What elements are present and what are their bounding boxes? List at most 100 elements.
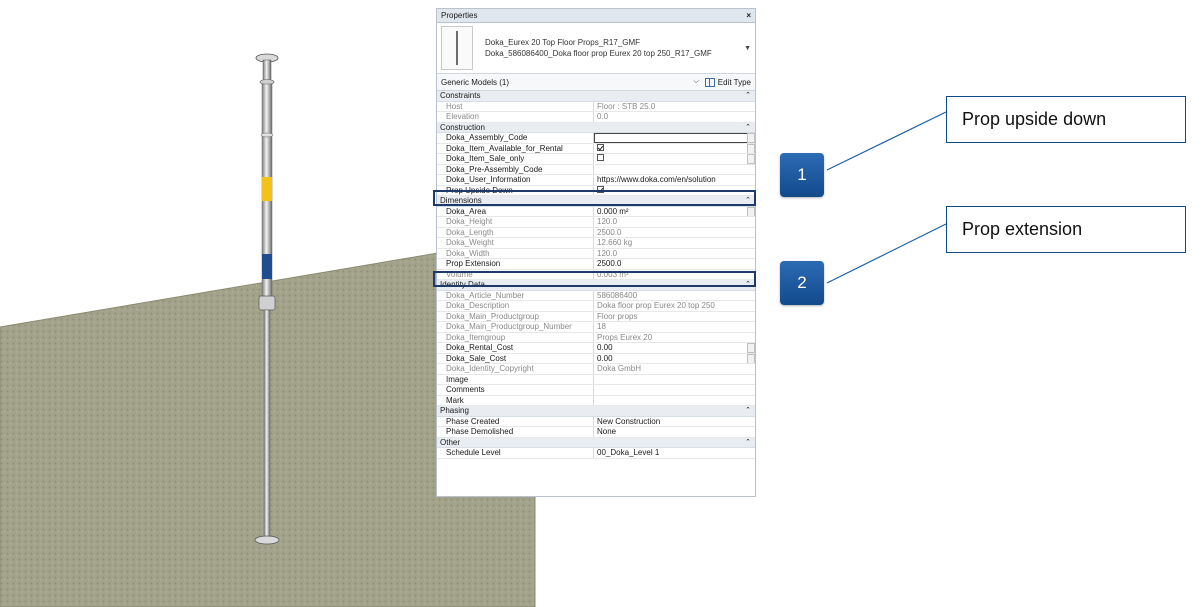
property-row: Doka_User_Information https://www.doka.co… — [437, 175, 755, 186]
edit-type-icon — [704, 77, 715, 87]
category-filter-select[interactable]: Generic Models (1) — [441, 78, 509, 87]
property-value: 120.0 — [597, 217, 618, 226]
sale-only-checkbox[interactable] — [597, 154, 604, 162]
property-name: Image — [437, 374, 594, 384]
group-other[interactable]: Other ⌃ — [437, 437, 755, 448]
type-selector[interactable]: Doka_Eurex 20 Top Floor Props_R17_GMF Do… — [437, 23, 755, 74]
property-name: Doka_Area — [437, 206, 594, 216]
group-label: Constraints — [440, 91, 481, 100]
assembly-code-field[interactable] — [594, 133, 755, 143]
property-row: Doka_Assembly_Code — [437, 133, 755, 144]
property-row: Schedule Level 00_Doka_Level 1 — [437, 448, 755, 459]
callout-2-leader — [826, 223, 947, 284]
property-value[interactable] — [594, 396, 755, 406]
collapse-icon[interactable]: ⌃ — [745, 123, 751, 133]
property-value: 12.660 kg — [597, 238, 633, 247]
properties-title: Properties — [441, 11, 478, 20]
property-row: Doka_Pre-Assembly_Code — [437, 164, 755, 175]
prop-extension-field[interactable]: 2500.0 — [594, 259, 755, 269]
field-button[interactable] — [747, 143, 755, 153]
property-name: Host — [437, 101, 594, 111]
property-name: Doka_Article_Number — [437, 290, 594, 300]
property-value[interactable] — [594, 375, 755, 385]
property-value: 586086400 — [597, 290, 638, 300]
edit-type-button[interactable]: Edit Type — [704, 77, 751, 87]
property-name: Prop Extension — [437, 259, 594, 269]
property-row: Doka_Identity_Copyright Doka GmbH — [437, 364, 755, 375]
property-row: Doka_Sale_Cost 0.00 — [437, 353, 755, 364]
blue-marking — [262, 254, 272, 279]
property-row: Comments — [437, 385, 755, 396]
property-row: Doka_Item_Available_for_Rental — [437, 143, 755, 154]
property-row: Doka_Article_Number 586086400 — [437, 290, 755, 301]
collapse-icon[interactable]: ⌃ — [745, 406, 751, 416]
property-row: Doka_Weight 12.660 kg — [437, 238, 755, 249]
group-label: Construction — [440, 122, 485, 132]
collapse-icon[interactable]: ⌃ — [745, 438, 751, 448]
property-value[interactable]: https://www.doka.com/en/solution — [594, 175, 755, 185]
collapse-icon[interactable]: ⌃ — [745, 91, 751, 101]
property-name: Comments — [437, 385, 594, 395]
property-name: Doka_Height — [437, 217, 594, 227]
field-button[interactable] — [747, 343, 755, 353]
property-name: Doka_Rental_Cost — [437, 343, 594, 353]
property-name: Doka_Weight — [437, 238, 594, 248]
property-value[interactable]: None — [594, 427, 755, 437]
property-row: Doka_Width 120.0 — [437, 248, 755, 259]
callout-prop-upside-down: Prop upside down — [946, 96, 1186, 143]
property-value: 2500.0 — [597, 227, 622, 237]
field-button[interactable] — [747, 154, 755, 164]
property-value: 0.0 — [597, 112, 609, 121]
property-value[interactable]: 00_Doka_Level 1 — [594, 448, 755, 458]
property-name: Doka_Assembly_Code — [437, 133, 594, 143]
group-constraints[interactable]: Constraints ⌃ — [437, 91, 755, 102]
field-button[interactable] — [747, 353, 755, 363]
property-row: Doka_Description Doka floor prop Eurex 20… — [437, 301, 755, 312]
properties-titlebar: Properties × — [437, 9, 755, 23]
property-value[interactable]: 0.000 m² — [597, 207, 629, 216]
property-name: Doka_Item_Sale_only — [437, 154, 594, 164]
property-row: Doka_Main_Productgroup_Number 18 — [437, 322, 755, 333]
property-value[interactable]: 0.00 — [597, 354, 613, 363]
close-icon[interactable]: × — [746, 11, 751, 20]
property-name: Doka_User_Information — [437, 175, 594, 185]
property-name: Phase Demolished — [437, 427, 594, 437]
property-value[interactable]: New Construction — [594, 417, 755, 427]
property-row: Elevation 0.0 — [437, 112, 755, 123]
field-button[interactable] — [747, 133, 755, 143]
property-row: Doka_Height 120.0 — [437, 217, 755, 228]
property-value: Floor : STB 25.0 — [597, 101, 656, 111]
property-row: Doka_Itemgroup Props Eurex 20 — [437, 332, 755, 343]
chevron-down-icon[interactable]: ⌵ — [693, 78, 698, 86]
property-row: Doka_Rental_Cost 0.00 — [437, 343, 755, 354]
property-value: Doka floor prop Eurex 20 top 250 — [597, 301, 715, 310]
group-phasing[interactable]: Phasing ⌃ — [437, 406, 755, 417]
property-row: Doka_Area 0.000 m² — [437, 206, 755, 217]
text-input[interactable] — [594, 133, 749, 143]
chevron-down-icon[interactable]: ▼ — [744, 45, 751, 52]
property-name: Doka_Description — [437, 301, 594, 311]
family-name: Doka_Eurex 20 Top Floor Props_R17_GMF — [485, 38, 641, 47]
rental-checkbox[interactable] — [597, 143, 604, 151]
highlight-prop-extension — [433, 271, 756, 287]
edit-type-label: Edit Type — [717, 77, 751, 87]
property-name: Doka_Identity_Copyright — [437, 364, 594, 374]
property-row: Doka_Item_Sale_only — [437, 154, 755, 165]
property-row-prop-extension: Prop Extension 2500.0 — [437, 259, 755, 270]
field-button[interactable] — [747, 206, 755, 216]
property-value[interactable] — [594, 165, 755, 175]
property-row: Image — [437, 374, 755, 385]
property-name: Schedule Level — [437, 448, 594, 458]
category-filter-bar: Generic Models (1) ⌵ Edit Type — [437, 74, 755, 91]
property-value: 18 — [597, 322, 606, 331]
property-value[interactable]: 0.00 — [597, 343, 613, 352]
group-construction[interactable]: Construction ⌃ — [437, 122, 755, 133]
callout-prop-extension: Prop extension — [946, 206, 1186, 253]
property-name: Doka_Itemgroup — [437, 332, 594, 342]
property-name: Doka_Pre-Assembly_Code — [437, 164, 594, 174]
callout-1-leader — [826, 111, 947, 171]
property-value[interactable] — [594, 385, 755, 395]
property-name: Doka_Sale_Cost — [437, 353, 594, 363]
properties-palette: Properties × Doka_Eurex 20 Top Floor Pro… — [436, 8, 756, 497]
property-row: Phase Created New Construction — [437, 416, 755, 427]
